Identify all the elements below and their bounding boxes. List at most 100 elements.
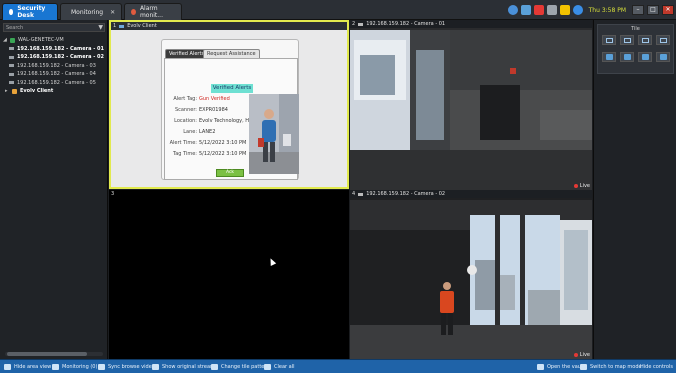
tile-header: 4 192.168.159.182 - Camera - 02 [350, 190, 592, 198]
clear-tile-button[interactable] [656, 35, 670, 45]
open-vault-button[interactable]: Open the vault [537, 362, 584, 372]
caret-down-icon[interactable]: ◢ [3, 37, 7, 43]
pattern-icon [605, 37, 613, 43]
globe-icon[interactable] [507, 5, 518, 15]
hide-controls-button[interactable]: Hide controls [640, 362, 673, 372]
tab-security-desk[interactable]: Security Desk [2, 3, 58, 20]
camera-icon [9, 47, 14, 51]
notification-icon[interactable] [533, 5, 544, 15]
stream-icon [152, 364, 159, 370]
monitor-icon[interactable] [520, 5, 531, 15]
live-label: Live [579, 352, 590, 358]
field-lane: Lane: LANE2 [183, 129, 216, 135]
fullscreen-button[interactable] [638, 35, 652, 45]
tab-monitoring[interactable]: Monitoring ✕ [60, 3, 122, 20]
close-icon[interactable]: ✕ [110, 9, 115, 16]
monitoring-icon [52, 364, 59, 370]
horizontal-scrollbar[interactable] [5, 352, 103, 356]
tile-title: Evolv Client [127, 23, 157, 29]
alert-snapshot-image [249, 94, 299, 174]
button-label: Switch to map mode [590, 364, 642, 370]
tree-item-label: 192.168.159.182 - Camera - 03 [17, 62, 96, 69]
arrow-left-icon [4, 364, 11, 370]
tab-alarm-monitoring[interactable]: Alarm monit... [124, 3, 182, 20]
volume-icon[interactable] [546, 5, 557, 15]
server-icon [10, 37, 15, 43]
security-desk-app: Security Desk Monitoring ✕ Alarm monit..… [0, 0, 676, 373]
button-label: Show original streams [162, 364, 218, 370]
entity-tree: ◢ WAL-GENETEC-VM 192.168.159.182 - Camer… [3, 36, 107, 96]
evolv-alert-window: Verified Alerts Request Assistance Verif… [161, 39, 299, 180]
previous-button[interactable] [602, 52, 616, 62]
controls-panel: Tile [593, 20, 676, 359]
warning-icon[interactable] [559, 5, 570, 15]
search-placeholder: Search [6, 25, 24, 31]
tile-2[interactable]: 2 192.168.159.182 - Camera - 01 Live [350, 20, 592, 190]
minimize-button[interactable]: – [632, 5, 644, 15]
sync-video-button[interactable]: Sync browse video [98, 362, 155, 372]
alarm-icon [131, 9, 136, 15]
sync-icon [98, 364, 105, 370]
tab-verified-alerts[interactable]: Verified Alerts [165, 49, 209, 58]
area-view-panel: Search ▼ ◢ WAL-GENETEC-VM 192.168.159.18… [0, 20, 108, 359]
hide-area-view-button[interactable]: Hide area view [4, 362, 51, 372]
tree-item-camera-03[interactable]: 192.168.159.182 - Camera - 03 [3, 62, 107, 71]
button-label: Sync browse video [108, 364, 155, 370]
alert-body: Verified Alerts Alert Tag: Gun Verified S… [164, 58, 299, 180]
tab-request-assistance[interactable]: Request Assistance [203, 49, 260, 58]
filter-icon[interactable]: ▼ [98, 24, 103, 32]
maximize-button[interactable]: □ [647, 5, 659, 15]
tree-item-camera-04[interactable]: 192.168.159.182 - Camera - 04 [3, 70, 107, 79]
live-indicator: Live [573, 352, 590, 358]
ack-button[interactable]: Ack [216, 169, 244, 177]
live-dot-icon [573, 184, 578, 188]
show-streams-button[interactable]: Show original streams [152, 362, 218, 372]
tree-item-label: Evolv Client [20, 88, 54, 95]
tile-mode-button[interactable] [602, 35, 616, 45]
tree-item-server[interactable]: ◢ WAL-GENETEC-VM [3, 36, 107, 45]
tile-1[interactable]: 1 Evolv Client Verified Alerts Request A… [109, 20, 349, 189]
tree-item-camera-01[interactable]: 192.168.159.182 - Camera - 01 [3, 45, 107, 54]
scrollbar-thumb[interactable] [7, 352, 87, 356]
field-alert-time: Alert Time: 5/12/2022 3:10 PM [169, 140, 247, 146]
tile-header: 2 192.168.159.182 - Camera - 01 [350, 20, 592, 28]
refresh-icon [659, 54, 667, 60]
system-tray: Thu 3:58 PM – □ ✕ [507, 3, 674, 17]
fullscreen-icon [641, 37, 649, 43]
web-page-icon [119, 24, 125, 28]
button-label: Hide controls [640, 364, 673, 370]
tree-item-camera-05[interactable]: 192.168.159.182 - Camera - 05 [3, 79, 107, 88]
button-label: Hide area view [14, 364, 52, 370]
button-label: Monitoring (0) [62, 364, 98, 370]
tile-header: 1 Evolv Client [111, 22, 347, 30]
clear-all-button[interactable]: Clear all [264, 362, 295, 372]
tile-3[interactable]: 3 [109, 190, 349, 359]
caret-right-icon[interactable]: ▸ [5, 88, 9, 94]
tree-item-camera-02[interactable]: 192.168.159.182 - Camera - 02 [3, 53, 107, 62]
search-input[interactable]: Search ▼ [3, 23, 105, 32]
home-icon [641, 54, 649, 60]
live-dot-icon [573, 353, 578, 357]
next-button[interactable] [620, 52, 634, 62]
close-button[interactable]: ✕ [662, 5, 674, 15]
camera-icon [9, 55, 14, 59]
clock: Thu 3:58 PM [588, 6, 626, 14]
refresh-button[interactable] [656, 52, 670, 62]
change-pattern-button[interactable]: Change tile pattern [211, 362, 270, 372]
vault-icon [537, 364, 544, 370]
map-mode-button[interactable]: Switch to map mode [580, 362, 642, 372]
monitoring-button[interactable]: Monitoring (0) [52, 362, 97, 372]
map-icon [580, 364, 587, 370]
home-button[interactable] [638, 52, 652, 62]
tile-controls-title: Tile [631, 26, 640, 32]
top-tab-bar: Security Desk Monitoring ✕ Alarm monit..… [0, 0, 676, 20]
button-label: Change tile pattern [221, 364, 270, 370]
tree-item-label: 192.168.159.182 - Camera - 04 [17, 71, 96, 78]
camera-icon [9, 81, 14, 85]
user-icon[interactable] [572, 5, 583, 15]
tile-title: 192.168.159.182 - Camera - 01 [366, 21, 446, 27]
tile-4[interactable]: 4 192.168.159.182 - Camera - 02 Live [350, 190, 592, 359]
snapshot-button[interactable] [620, 35, 634, 45]
tree-item-evolv-client[interactable]: ▸ Evolv Client [3, 87, 107, 96]
button-label: Open the vault [547, 364, 585, 370]
